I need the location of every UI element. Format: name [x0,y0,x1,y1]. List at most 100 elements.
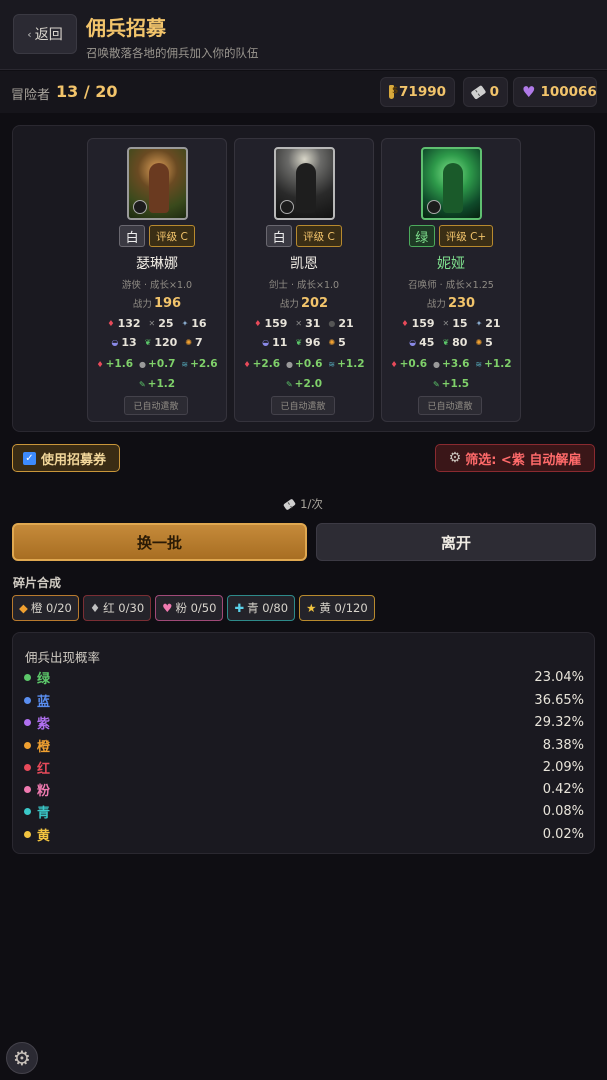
probability-value: 0.08% [542,803,584,819]
stat-value: 96 [305,336,321,349]
shield-icon: ◒ [409,338,417,347]
auto-dismissed-button[interactable]: 已自动遣散 [271,396,335,415]
shield-icon: ◒ [262,338,270,347]
probability-title: 佣兵出现概率 [25,650,101,665]
probability-value: 36.65% [534,692,584,708]
growth-value: +1.2 [484,358,512,370]
probability-value: 0.42% [542,781,584,797]
speed-icon: ✦ [181,319,189,328]
mercenary-name: 妮娅 [437,256,465,272]
shard-list: ◆ 橙 0/20 ♦ 红 0/30 ♥ 粉 0/50 ✚ 青 0/80 ★ 黄 … [12,595,375,621]
stats-row-1: ♦ 132 ✕ 25 ✦ 16 [88,317,226,330]
stat-value: 21 [485,317,501,330]
probability-value: 0.02% [542,826,584,842]
mercenary-card[interactable]: 绿 评级 C+ 妮娅 召唤师 · 成长×1.25 战力 230 ♦ 159 ✕ 15 … [381,138,521,422]
wind-icon: ≋ [181,359,189,369]
page-title: 佣兵招募 [86,16,166,40]
growth-value: +1.2 [337,358,365,370]
use-ticket-label: 使用招募券 [41,452,107,468]
filter-button[interactable]: ⚙ 筛选: <紫 自动解雇 [435,444,595,472]
shard-label: 红 0/30 [103,601,145,615]
shard-label: 橙 0/20 [30,601,72,615]
orange-dot-icon [24,741,31,749]
growth-value: +2.0 [294,378,323,390]
mercenary-card[interactable]: 白 评级 C 瑟琳娜 游侠 · 成长×1.0 战力 196 ♦ 132 ✕ 25 ✦ 1… [87,138,227,422]
shard-cyan-button[interactable]: ✚ 青 0/80 [227,595,296,621]
purple-dot-icon [24,718,31,726]
stat-value: 5 [485,336,493,349]
rarity-label: 橙 [37,739,51,755]
shard-red-button[interactable]: ♦ 红 0/30 [82,595,152,621]
stats-row-1: ♦ 159 ✕ 31 ● 21 [235,317,373,330]
mercenary-class: 剑士 · 成长×1.0 [268,280,340,291]
growth-value: +0.6 [399,358,428,370]
cross-icon: ✚ [234,601,245,615]
leaf-icon: ❦ [442,338,450,347]
gold-value: 71990 [399,84,446,100]
stat-value: 159 [264,317,288,330]
leaf-icon: ❦ [144,338,152,347]
diamond-icon: ◆ [19,601,28,615]
power-value: 202 [300,296,329,311]
checkbox-checked-icon[interactable]: ✓ [23,451,36,465]
shard-yellow-button[interactable]: ★ 黄 0/120 [299,595,375,621]
rarity-label: 黄 [37,828,51,844]
rarity-label: 绿 [37,671,51,687]
leave-button[interactable]: 离开 [316,523,596,561]
settings-gear-button[interactable]: ⚙ [6,1042,38,1074]
rarity-label: 蓝 [37,694,51,710]
wind-icon: ≋ [328,359,336,369]
stat-value: 80 [452,336,468,349]
growth-value: +2.6 [252,358,281,370]
speed-icon: ✦ [475,319,483,328]
auto-dismissed-button[interactable]: 已自动遣散 [124,396,188,415]
back-button[interactable]: ‹ 返回 [13,14,77,54]
money-bag-icon [389,85,398,99]
shard-label: 粉 0/50 [175,601,217,615]
use-ticket-toggle[interactable]: ✓ 使用招募券 [12,444,120,472]
probability-row: 紫 29.32% [24,712,584,732]
potion-icon: ♦ [390,359,398,369]
heart-icon: ♥ [162,601,173,615]
gold-counter: 71990 [380,77,455,107]
ticket-counter: 0 [463,77,508,107]
growth-value: +3.6 [442,358,470,370]
gear-icon: ⚙ [13,1046,31,1070]
orb-icon: ● [139,359,147,369]
stats-row-2: ◒ 13 ❦ 120 ✺ 7 [88,336,226,349]
feather-icon: ✎ [138,379,146,389]
attack-icon: ♦ [401,319,409,328]
growth-value: +1.5 [441,378,470,390]
growth-value: +1.6 [105,358,134,370]
growth-row-1: ♦ +2.6 ● +0.6 ≋ +1.2 [235,358,373,370]
mercenary-card[interactable]: 白 评级 C 凯恩 剑士 · 成长×1.0 战力 202 ♦ 159 ✕ 31 ● 21… [234,138,374,422]
class-orb-icon [427,200,441,214]
auto-dismissed-button[interactable]: 已自动遣散 [418,396,482,415]
stat-value: 5 [338,336,346,349]
star-icon: ★ [306,601,317,615]
blue-dot-icon [24,696,31,704]
pink-dot-icon [24,785,31,793]
probability-value: 29.32% [534,714,584,730]
green-dot-icon [24,673,31,681]
stat-value: 31 [305,317,321,330]
stats-row-2: ◒ 11 ❦ 96 ✺ 5 [235,336,373,349]
refresh-button[interactable]: 换一批 [12,523,307,561]
probability-value: 2.09% [542,759,584,775]
shard-pink-button[interactable]: ♥ 粉 0/50 [155,595,224,621]
filter-label: 筛选: <紫 自动解雇 [465,452,582,468]
shard-orange-button[interactable]: ◆ 橙 0/20 [12,595,79,621]
heart-counter: ♥ 100066 [513,77,597,107]
character-figure [149,163,169,213]
grade-badge: 评级 C [296,225,342,247]
sun-icon: ✺ [328,338,336,347]
stat-value: 159 [411,317,435,330]
growth-value: +2.6 [190,358,218,370]
yellow-dot-icon [24,830,31,838]
mercenary-name: 瑟琳娜 [136,256,178,272]
leaf-icon: ❦ [295,338,303,347]
probability-row: 粉 0.42% [24,779,584,799]
potion-icon: ♦ [96,359,104,369]
character-figure [296,163,316,213]
mercenary-cards-panel: 白 评级 C 瑟琳娜 游侠 · 成长×1.0 战力 196 ♦ 132 ✕ 25 ✦ 1… [12,125,595,432]
